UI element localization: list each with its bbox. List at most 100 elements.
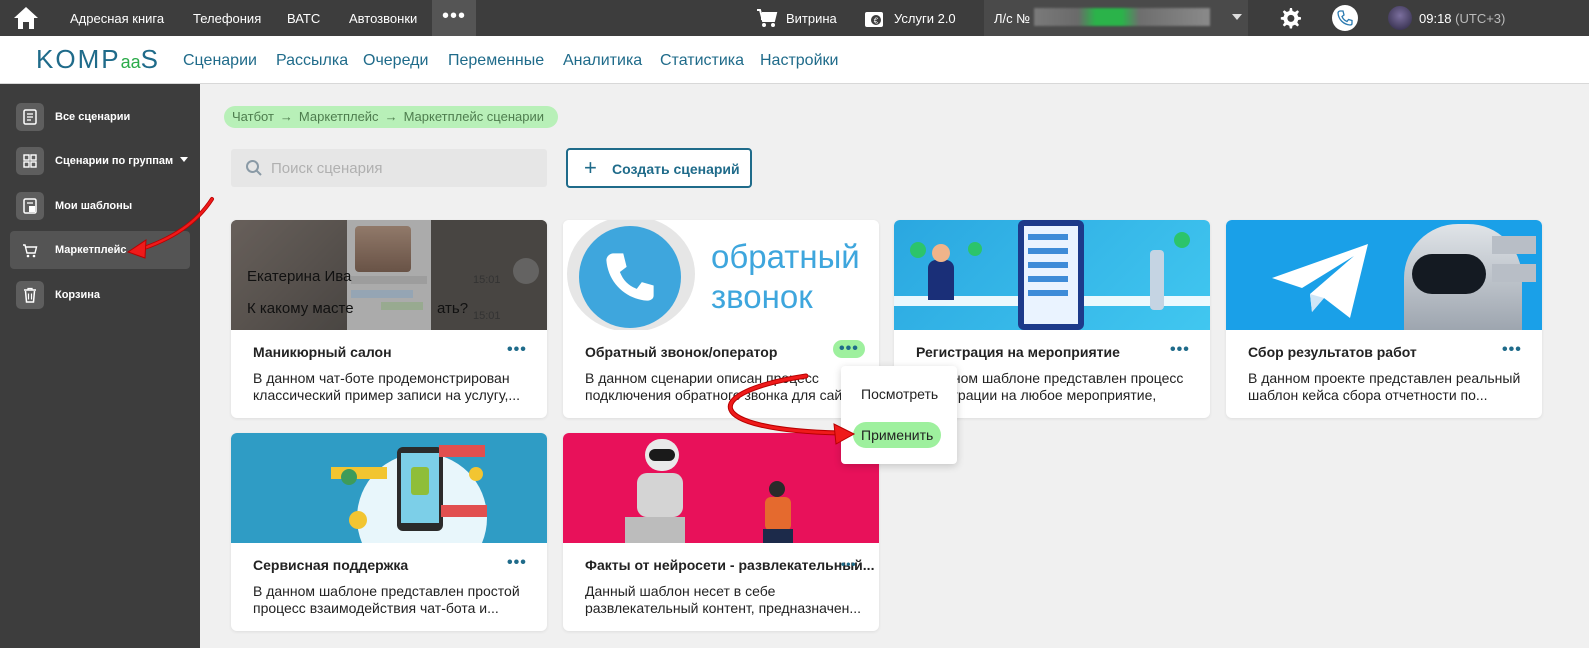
card-image-text: К какому масте bbox=[247, 300, 354, 317]
card-image bbox=[1226, 220, 1542, 330]
menu-item-apply[interactable]: Применить bbox=[853, 422, 942, 448]
card-description: В данном шаблоне представлен простой про… bbox=[253, 583, 520, 616]
sidebar-item-groups[interactable]: Сценарии по группам bbox=[10, 142, 190, 180]
home-icon[interactable] bbox=[12, 5, 40, 31]
sidebar-item-all-scenarios[interactable]: Все сценарии bbox=[10, 98, 190, 136]
phone-icon bbox=[1337, 10, 1353, 26]
card-menu-button[interactable]: ••• bbox=[1502, 341, 1522, 359]
plus-icon: + bbox=[584, 155, 597, 180]
create-scenario-button[interactable]: + Создать сценарий bbox=[566, 148, 752, 188]
account-label: Л/с № bbox=[994, 11, 1031, 26]
topbar-vitrina[interactable]: Витрина bbox=[786, 11, 837, 26]
card-title: Сбор результатов работ bbox=[1248, 344, 1417, 360]
card-menu-button[interactable]: ••• bbox=[507, 341, 527, 359]
sidebar-item-label: Мои шаблоны bbox=[55, 200, 133, 212]
card-menu-button[interactable]: ••• bbox=[841, 557, 857, 571]
grid-icon bbox=[16, 147, 44, 175]
card-title: Обратный звонок/оператор bbox=[585, 344, 778, 360]
cart-icon bbox=[16, 236, 44, 264]
card-title: Регистрация на мероприятие bbox=[916, 344, 1120, 360]
logo[interactable]: KOMPaaS bbox=[36, 44, 160, 75]
topbar-link-address-book[interactable]: Адресная книга bbox=[70, 11, 164, 26]
chevron-down-icon bbox=[1232, 14, 1242, 20]
create-scenario-label: Создать сценарий bbox=[612, 161, 740, 177]
arrow-right-icon: → bbox=[384, 109, 398, 124]
nav-analytics[interactable]: Аналитика bbox=[563, 52, 642, 70]
nav-queues[interactable]: Очереди bbox=[363, 52, 428, 70]
card-image bbox=[563, 433, 879, 543]
arrow-right-icon: → bbox=[279, 109, 293, 124]
telegram-icon bbox=[1272, 244, 1368, 318]
account-selector[interactable]: Л/с № bbox=[984, 0, 1248, 36]
card-image-text: обратный bbox=[711, 238, 860, 275]
card-image-text: ать? bbox=[437, 300, 469, 317]
card-title: Сервисная поддержка bbox=[253, 557, 409, 573]
scenario-card-neuro-facts[interactable]: Факты от нейросети - развлекательный... … bbox=[563, 433, 879, 631]
topbar-link-autocalls[interactable]: Автозвонки bbox=[349, 11, 417, 26]
template-icon bbox=[16, 192, 44, 220]
share-icon bbox=[513, 258, 539, 284]
nav-mailing[interactable]: Рассылка bbox=[276, 52, 348, 70]
cart-icon[interactable] bbox=[756, 8, 778, 28]
topbar-services[interactable]: Услуги 2.0 bbox=[894, 11, 956, 26]
main-nav: KOMPaaS Сценарии Рассылка Очереди Переме… bbox=[0, 36, 1589, 84]
topbar-more-button[interactable]: ••• bbox=[432, 0, 476, 36]
clock: 09:18 (UTC+3) bbox=[1419, 11, 1505, 26]
scenario-card-results[interactable]: Сбор результатов работ ••• В данном прое… bbox=[1226, 220, 1542, 418]
chevron-down-icon bbox=[180, 157, 188, 162]
clock-time: 09:18 bbox=[1419, 11, 1452, 26]
search-box bbox=[231, 149, 547, 187]
card-menu-button[interactable]: ••• bbox=[507, 554, 527, 572]
nav-statistics[interactable]: Статистика bbox=[660, 52, 744, 70]
breadcrumb-marketplace-scenarios: Маркетплейс сценарии bbox=[403, 109, 545, 124]
avatar[interactable] bbox=[1388, 6, 1412, 30]
sidebar-item-my-templates[interactable]: Мои шаблоны bbox=[10, 187, 190, 225]
wallet-icon[interactable]: € bbox=[864, 7, 886, 29]
scenario-card-callback[interactable]: обратный звонок Обратный звонок/оператор… bbox=[563, 220, 879, 418]
nav-variables[interactable]: Переменные bbox=[448, 52, 544, 70]
logo-part-2: aa bbox=[120, 52, 141, 72]
card-menu-button[interactable]: ••• bbox=[1170, 341, 1190, 359]
card-image-time: 15:01 bbox=[473, 274, 501, 286]
card-description: В данном проекте представлен реальный ша… bbox=[1248, 370, 1521, 403]
sidebar-item-trash[interactable]: Корзина bbox=[10, 276, 190, 314]
search-input[interactable] bbox=[271, 157, 531, 179]
list-icon bbox=[16, 103, 44, 131]
nav-settings[interactable]: Настройки bbox=[760, 52, 838, 70]
account-number-redacted bbox=[1034, 8, 1210, 26]
card-image bbox=[894, 220, 1210, 330]
breadcrumb: Чатбот → Маркетплейс → Маркетплейс сценарии bbox=[224, 106, 559, 128]
card-title: Маникюрный салон bbox=[253, 344, 392, 360]
sidebar-item-marketplace[interactable]: Маркетплейс bbox=[10, 231, 190, 269]
card-description: Данный шаблон несет в себе развлекательн… bbox=[585, 583, 862, 616]
sidebar-item-label: Корзина bbox=[55, 289, 100, 301]
card-image-text: звонок bbox=[711, 278, 813, 315]
scenario-card-support[interactable]: Сервисная поддержка ••• В данном шаблоне… bbox=[231, 433, 547, 631]
card-image: Екатерина Ива К какому масте ать? 15:01 … bbox=[231, 220, 547, 330]
breadcrumb-marketplace[interactable]: Маркетплейс bbox=[299, 109, 379, 124]
svg-text:€: € bbox=[874, 17, 879, 26]
card-description: В данном шаблоне представлен процесс рег… bbox=[916, 370, 1184, 418]
sidebar-item-label: Маркетплейс bbox=[55, 244, 127, 256]
card-description: В данном чат-боте продемонстрирован клас… bbox=[253, 370, 521, 403]
sidebar-item-label: Сценарии по группам bbox=[55, 155, 174, 167]
search-icon bbox=[246, 160, 262, 176]
top-bar: Адресная книга Телефония ВАТС Автозвонки… bbox=[0, 0, 1589, 36]
clock-timezone: (UTC+3) bbox=[1455, 11, 1506, 26]
trash-icon bbox=[16, 281, 44, 309]
sidebar: Все сценарии Сценарии по группам Мои шаб… bbox=[0, 84, 200, 648]
topbar-link-telephony[interactable]: Телефония bbox=[193, 11, 261, 26]
card-title: Факты от нейросети - развлекательный... bbox=[585, 557, 875, 573]
card-context-menu: Посмотреть Применить bbox=[841, 366, 957, 464]
logo-part-3: S bbox=[140, 44, 160, 74]
breadcrumb-chatbot[interactable]: Чатбот bbox=[232, 109, 274, 124]
nav-scenarios[interactable]: Сценарии bbox=[183, 52, 257, 70]
logo-part-1: KOMP bbox=[36, 44, 121, 74]
menu-item-view[interactable]: Посмотреть bbox=[861, 386, 938, 402]
scenario-card-manicure[interactable]: Екатерина Ива К какому масте ать? 15:01 … bbox=[231, 220, 547, 418]
topbar-link-vats[interactable]: ВАТС bbox=[287, 11, 320, 26]
card-menu-button[interactable]: ••• bbox=[833, 340, 865, 358]
card-image bbox=[231, 433, 547, 543]
gear-icon[interactable] bbox=[1278, 6, 1302, 30]
phone-button[interactable] bbox=[1332, 5, 1358, 31]
